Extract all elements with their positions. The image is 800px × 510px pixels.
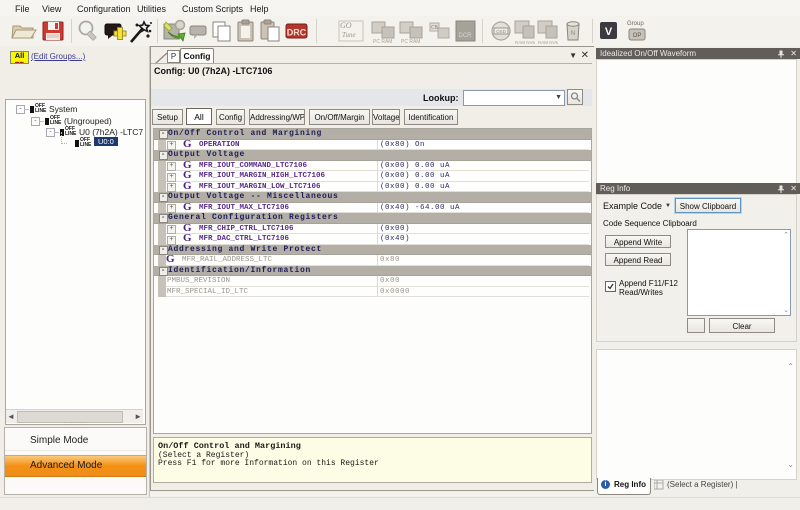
svg-text:OP: OP — [633, 33, 642, 39]
svg-text:Group: Group — [627, 21, 644, 27]
svg-text:OSD: OSD — [496, 29, 507, 34]
svg-text:N: N — [571, 31, 575, 37]
svg-text:Tune: Tune — [342, 31, 356, 39]
svg-text:RAM NVM: RAM NVM — [515, 40, 535, 45]
svg-text:PC RAM: PC RAM — [373, 39, 392, 45]
svg-text:V: V — [605, 26, 613, 38]
svg-text:DRC: DRC — [287, 28, 307, 38]
svg-text:RAM NVM: RAM NVM — [538, 40, 558, 45]
svg-text:PC RAM: PC RAM — [401, 39, 420, 45]
svg-text:DCR: DCR — [459, 33, 473, 39]
svg-text:GO: GO — [340, 21, 352, 30]
svg-text:CB: CB — [431, 25, 439, 31]
